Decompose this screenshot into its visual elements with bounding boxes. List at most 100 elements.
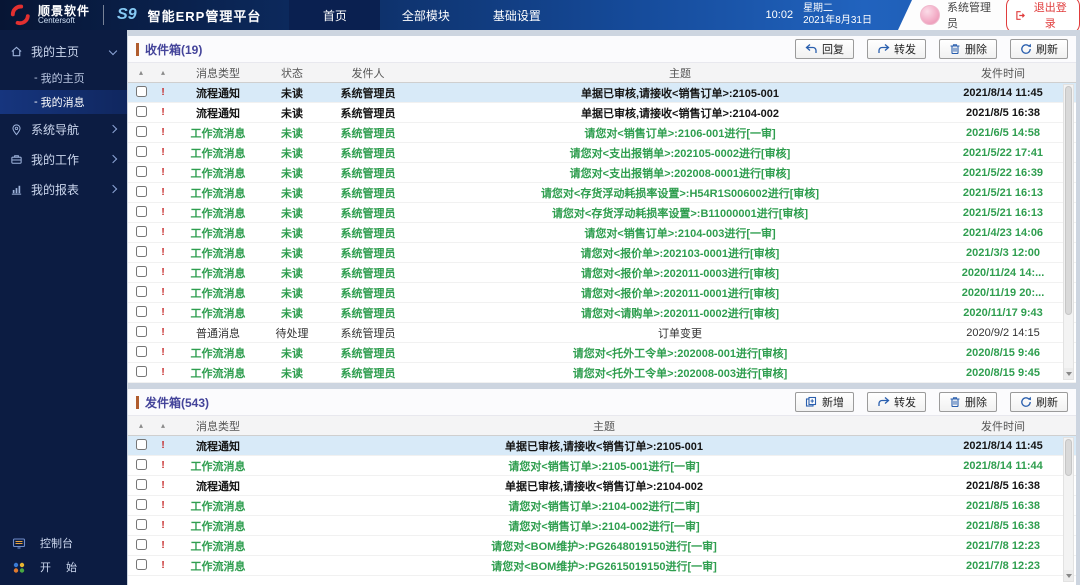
table-row[interactable]: !工作流消息未读系统管理员请您对<报价单>:202011-0003进行[审核]2… — [128, 263, 1076, 283]
row-checkbox[interactable] — [136, 306, 147, 317]
table-row[interactable]: !工作流消息请您对<BOM维护>:PG2648019150进行[一审]2021/… — [128, 536, 1076, 556]
row-checkbox[interactable] — [136, 226, 147, 237]
row-checkbox[interactable] — [136, 126, 147, 137]
sidebar-item-my-reports[interactable]: 我的报表 — [0, 174, 127, 204]
col-type[interactable]: 消息类型 — [172, 418, 264, 434]
table-row[interactable]: !工作流消息未读系统管理员请您对<销售订单>:2106-001进行[一审]202… — [128, 123, 1076, 143]
avatar[interactable] — [920, 5, 940, 25]
row-checkbox[interactable] — [136, 459, 147, 470]
table-row[interactable]: !流程通知单据已审核,请接收<销售订单>:2104-0022021/8/5 16… — [128, 476, 1076, 496]
table-row[interactable]: !流程通知单据已审核,请接收<销售订单>:2105-0012021/8/14 1… — [128, 436, 1076, 456]
forward-button[interactable]: 转发 — [867, 392, 926, 412]
scrollbar-thumb[interactable] — [1065, 439, 1072, 476]
outbox-scrollbar[interactable] — [1063, 437, 1074, 582]
row-checkbox[interactable] — [136, 286, 147, 297]
row-checkbox[interactable] — [136, 479, 147, 490]
row-checkbox[interactable] — [136, 539, 147, 550]
checkbox-cell — [128, 106, 154, 120]
row-checkbox[interactable] — [136, 499, 147, 510]
row-checkbox[interactable] — [136, 166, 147, 177]
table-row[interactable]: !流程通知未读系统管理员单据已审核,请接收<销售订单>:2105-0012021… — [128, 83, 1076, 103]
sidebar-item-system-nav[interactable]: 系统导航 — [0, 114, 127, 144]
sort-icon[interactable]: ▴ — [154, 68, 172, 77]
col-subject[interactable]: 主题 — [264, 418, 944, 434]
row-checkbox[interactable] — [136, 346, 147, 357]
table-row[interactable]: !工作流消息未读系统管理员请您对<托外工令单>:202008-003进行[审核]… — [128, 363, 1076, 383]
table-row[interactable]: !工作流消息请您对<BOM维护>:PG2615019150进行[一审]2021/… — [128, 556, 1076, 576]
table-row[interactable]: !工作流消息未读系统管理员请您对<支出报销单>:202105-0002进行[审核… — [128, 143, 1076, 163]
cell-subject: 请您对<BOM维护>:PG2648019150进行[一审] — [264, 538, 944, 554]
cell-subject: 请您对<存货浮动耗损率设置>:H54R1S006002进行[审核] — [416, 185, 944, 201]
refresh-button[interactable]: 刷新 — [1010, 39, 1068, 59]
cell-status: 未读 — [264, 105, 320, 121]
row-checkbox[interactable] — [136, 146, 147, 157]
row-checkbox[interactable] — [136, 246, 147, 257]
table-row[interactable]: !工作流消息未读系统管理员请您对<报价单>:202011-0001进行[审核]2… — [128, 283, 1076, 303]
table-row[interactable]: !工作流消息未读系统管理员请您对<存货浮动耗损率设置>:H54R1S006002… — [128, 183, 1076, 203]
delete-button[interactable]: 删除 — [939, 392, 997, 412]
cell-status: 未读 — [264, 305, 320, 321]
col-sender[interactable]: 发件人 — [320, 65, 416, 81]
row-checkbox[interactable] — [136, 266, 147, 277]
row-checkbox[interactable] — [136, 206, 147, 217]
cell-sender: 系统管理员 — [320, 325, 416, 341]
nav-item-home[interactable]: 首页 — [289, 0, 380, 30]
cell-type: 工作流消息 — [172, 145, 264, 161]
console-button[interactable]: 控制台 — [0, 531, 127, 555]
col-time[interactable]: 发件时间 — [944, 65, 1062, 81]
delete-button[interactable]: 删除 — [939, 39, 997, 59]
col-time[interactable]: 发件时间 — [944, 418, 1062, 434]
table-row[interactable]: !工作流消息未读系统管理员请您对<报价单>:202103-0001进行[审核]2… — [128, 243, 1076, 263]
sort-icon[interactable]: ▴ — [128, 68, 154, 77]
scroll-down-button[interactable] — [1064, 570, 1073, 581]
reply-button[interactable]: 回复 — [795, 39, 854, 59]
sidebar-subitem-my-home[interactable]: 我的主页 — [0, 66, 127, 90]
row-checkbox[interactable] — [136, 106, 147, 117]
priority-icon: ! — [154, 480, 172, 491]
row-checkbox[interactable] — [136, 86, 147, 97]
scroll-down-button[interactable] — [1064, 368, 1073, 379]
table-row[interactable]: !工作流消息请您对<销售订单>:2104-002进行[一审]2021/8/5 1… — [128, 516, 1076, 536]
sidebar-subitem-my-messages[interactable]: 我的消息 — [0, 90, 127, 114]
logout-button[interactable]: 退出登录 — [1006, 0, 1080, 34]
priority-icon: ! — [154, 307, 172, 318]
checkbox-cell — [128, 246, 154, 260]
inbox-scrollbar[interactable] — [1063, 84, 1074, 380]
nav-item-all-modules[interactable]: 全部模块 — [380, 0, 471, 30]
row-checkbox[interactable] — [136, 559, 147, 570]
sort-icon[interactable]: ▴ — [128, 421, 154, 430]
forward-icon — [877, 43, 890, 55]
logo-area: 顺景软件 Centersoft S9 智能ERP管理平台 — [0, 0, 261, 30]
table-row[interactable]: !流程通知未读系统管理员单据已审核,请接收<销售订单>:2104-0022021… — [128, 103, 1076, 123]
table-row[interactable]: !工作流消息未读系统管理员请您对<托外工令单>:202008-001进行[审核]… — [128, 343, 1076, 363]
checkbox-cell — [128, 559, 154, 573]
col-status[interactable]: 状态 — [264, 65, 320, 81]
start-button[interactable]: 开 始 — [0, 555, 127, 579]
row-checkbox[interactable] — [136, 519, 147, 530]
table-row[interactable]: !工作流消息未读系统管理员请您对<销售订单>:2104-003进行[一审]202… — [128, 223, 1076, 243]
sidebar-item-my-work[interactable]: 我的工作 — [0, 144, 127, 174]
table-row[interactable]: !工作流消息未读系统管理员请您对<支出报销单>:202008-0001进行[审核… — [128, 163, 1076, 183]
scrollbar-thumb[interactable] — [1065, 86, 1072, 315]
outbox-table-header: ▴ ▴ 消息类型 主题 发件时间 — [128, 416, 1076, 436]
sort-icon[interactable]: ▴ — [154, 421, 172, 430]
table-row[interactable]: !工作流消息请您对<销售订单>:2105-001进行[一审]2021/8/14 … — [128, 456, 1076, 476]
new-button[interactable]: 新增 — [795, 392, 854, 412]
row-checkbox[interactable] — [136, 439, 147, 450]
table-row[interactable]: !工作流消息未读系统管理员请您对<请购单>:202011-0002进行[审核]2… — [128, 303, 1076, 323]
row-checkbox[interactable] — [136, 326, 147, 337]
row-checkbox[interactable] — [136, 186, 147, 197]
refresh-button[interactable]: 刷新 — [1010, 392, 1068, 412]
table-row[interactable]: !工作流消息请您对<销售订单>:2104-002进行[二审]2021/8/5 1… — [128, 496, 1076, 516]
row-checkbox[interactable] — [136, 366, 147, 377]
sidebar-item-my-home[interactable]: 我的主页 — [0, 36, 127, 66]
table-row[interactable]: !普通消息待处理系统管理员订单变更2020/9/2 14:15 — [128, 323, 1076, 343]
nav-item-basic-settings[interactable]: 基础设置 — [471, 0, 562, 30]
inbox-table-header: ▴ ▴ 消息类型 状态 发件人 主题 发件时间 — [128, 63, 1076, 83]
col-subject[interactable]: 主题 — [416, 65, 944, 81]
col-type[interactable]: 消息类型 — [172, 65, 264, 81]
forward-button[interactable]: 转发 — [867, 39, 926, 59]
sidebar-item-label: 我的工作 — [31, 151, 102, 168]
table-row[interactable]: !工作流消息未读系统管理员请您对<存货浮动耗损率设置>:B11000001进行[… — [128, 203, 1076, 223]
cell-time: 2020/11/24 14:... — [944, 267, 1062, 279]
